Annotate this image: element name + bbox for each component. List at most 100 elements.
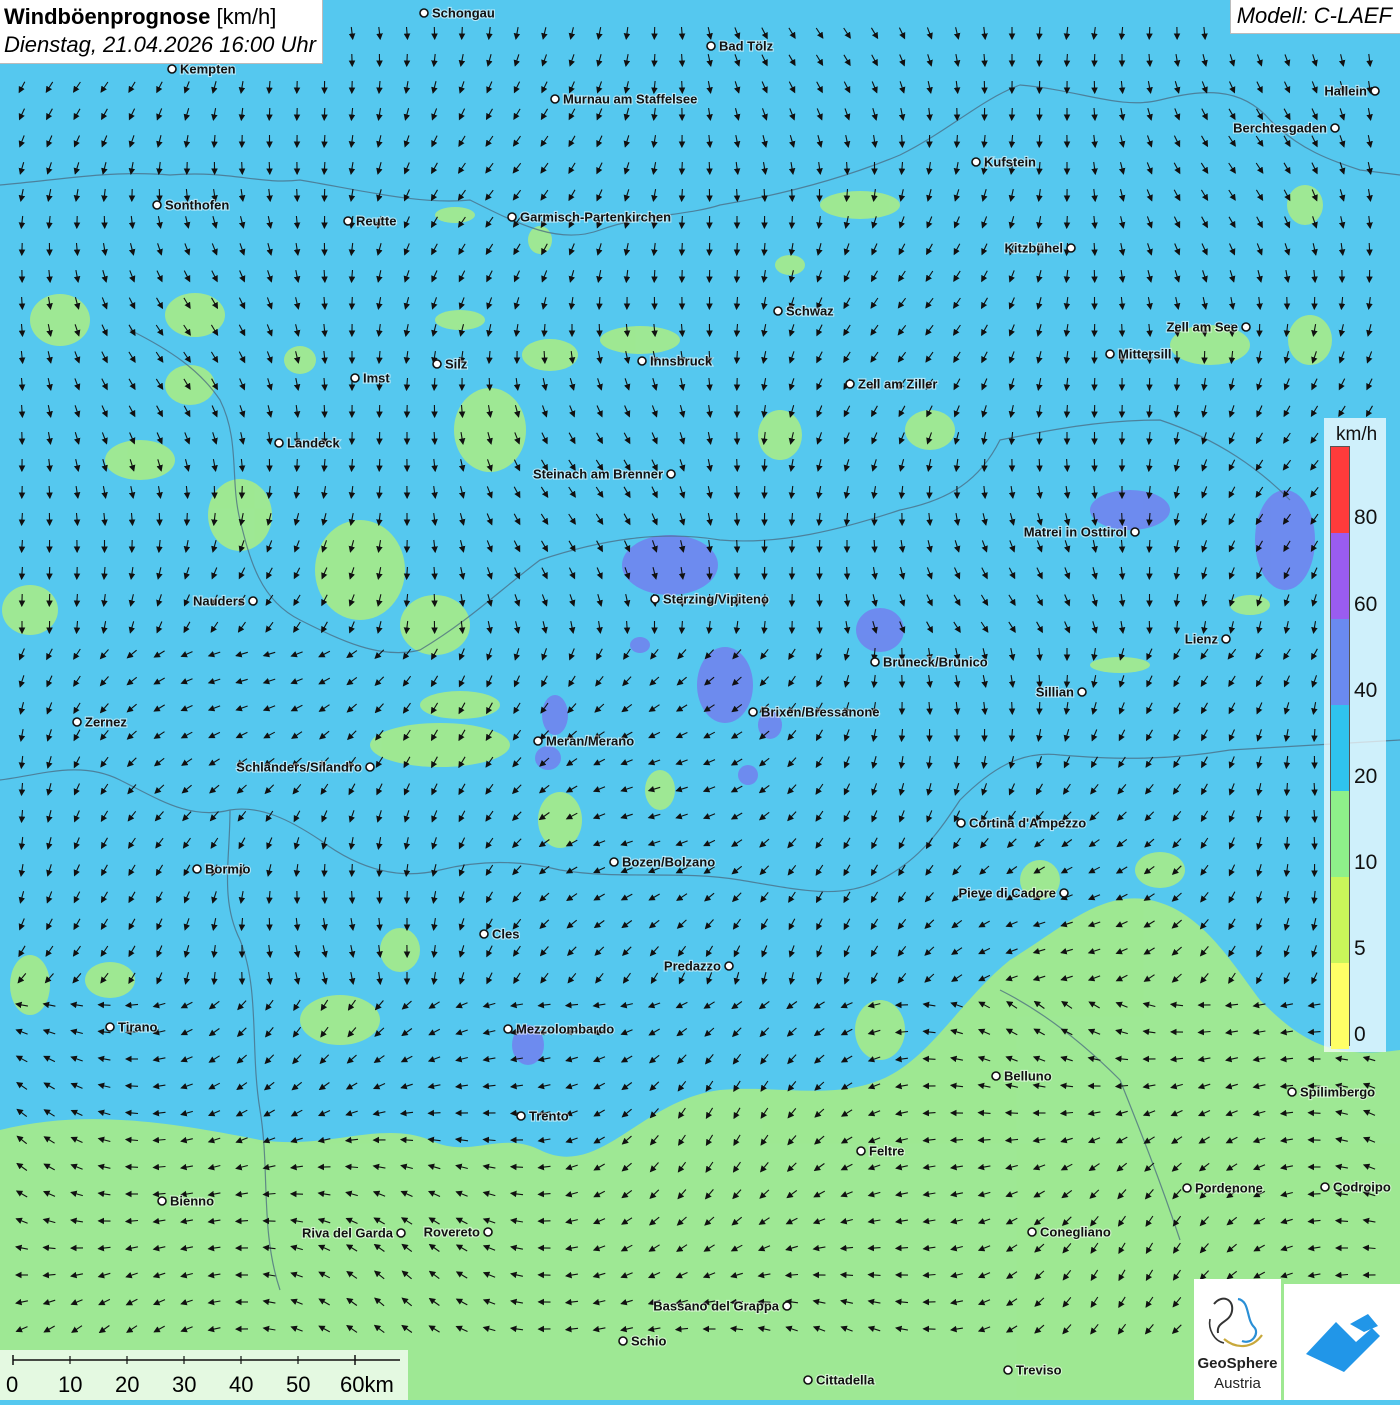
city-label: Bozen/Bolzano	[622, 855, 715, 870]
city-label: Meran/Merano	[546, 734, 634, 749]
city-dot	[1004, 1366, 1012, 1374]
city-dot	[1242, 323, 1250, 331]
wind-arrow	[324, 108, 325, 120]
city-label: Cortina d'Ampezzo	[969, 816, 1086, 831]
geosphere-logo: GeoSphere Austria	[1194, 1279, 1281, 1400]
wind-arrow	[379, 459, 380, 471]
city-label: Kufstein	[984, 155, 1036, 170]
city-marker: Bassano del Grappa	[653, 1299, 791, 1314]
scale-bar-line	[0, 1352, 408, 1372]
wind-arrow	[242, 486, 243, 498]
wind-arrow	[242, 162, 243, 174]
city-marker: Sonthofen	[153, 198, 229, 213]
city-label: Sterzing/Vipiteno	[663, 592, 769, 607]
city-dot	[433, 360, 441, 368]
city-label: Imst	[363, 371, 390, 386]
wind-arrow	[1012, 108, 1013, 120]
city-label: Bruneck/Brunico	[883, 655, 988, 670]
geosphere-logo-mark	[1194, 1279, 1281, 1359]
city-dot	[1067, 244, 1075, 252]
city-dot	[619, 1337, 627, 1345]
wind-arrow	[407, 891, 408, 903]
wind-arrow	[819, 540, 820, 552]
city-label: Silz	[445, 357, 468, 372]
scale-label: 20	[115, 1372, 139, 1398]
city-dot	[992, 1072, 1000, 1080]
city-label: Sonthofen	[165, 198, 229, 213]
city-dot	[1106, 350, 1114, 358]
city-label: Conegliano	[1040, 1225, 1111, 1240]
wind-arrow	[1149, 27, 1150, 39]
city-dot	[158, 1197, 166, 1205]
city-marker: Garmisch-Partenkirchen	[508, 210, 671, 225]
city-label: Innsbruck	[650, 354, 713, 369]
legend-unit: km/h	[1336, 424, 1377, 446]
city-marker: Schlanders/Silandro	[236, 760, 374, 775]
geosphere-name: GeoSphere	[1194, 1355, 1281, 1372]
city-marker: Zell am Ziller	[846, 377, 937, 392]
city-dot	[344, 217, 352, 225]
wind-arrow	[737, 459, 738, 471]
wind-arrow	[984, 459, 985, 471]
city-dot	[351, 374, 359, 382]
city-marker: Pieve di Cadore	[958, 886, 1068, 901]
city-marker: Matrei in Osttirol	[1024, 525, 1139, 540]
city-label: Steinach am Brenner	[533, 467, 663, 482]
model-label: Modell: C-LAEF	[1230, 0, 1400, 34]
wind-arrow	[99, 1005, 111, 1006]
city-dot	[1222, 635, 1230, 643]
legend-tick-label: 80	[1354, 506, 1377, 530]
wind-arrow	[709, 162, 710, 174]
wind-arrow	[297, 189, 298, 201]
city-label: Spilimbergo	[1300, 1085, 1375, 1100]
city-label: Brixen/Bressanone	[761, 705, 880, 720]
city-dot	[610, 858, 618, 866]
city-label: Hallein	[1324, 84, 1367, 99]
map-title: Windböenprognose	[4, 4, 210, 29]
city-label: Bienno	[170, 1194, 214, 1209]
city-label: Mittersill	[1118, 347, 1171, 362]
wind-arrow	[1006, 1113, 1018, 1114]
city-marker: Cortina d'Ampezzo	[957, 816, 1086, 831]
city-dot	[707, 42, 715, 50]
legend-tick-label: 10	[1354, 851, 1377, 875]
city-label: Matrei in Osttirol	[1024, 525, 1127, 540]
city-dot	[366, 763, 374, 771]
wind-arrow	[352, 864, 353, 876]
legend-swatch	[1331, 447, 1349, 533]
wind-arrow	[269, 108, 270, 120]
legend-tick-label: 5	[1354, 937, 1366, 961]
wind-arrow	[1094, 54, 1095, 66]
scale-label: 60km	[340, 1372, 394, 1398]
city-dot	[667, 470, 675, 478]
city-dot	[249, 597, 257, 605]
legend-tick-label: 0	[1354, 1023, 1366, 1047]
color-legend: km/h 806040201050	[1324, 418, 1386, 1052]
city-dot	[804, 1376, 812, 1384]
city-marker: Pordenone	[1183, 1181, 1263, 1196]
city-dot	[857, 1147, 865, 1155]
city-label: Cles	[492, 927, 519, 942]
map-unit: [km/h]	[216, 4, 276, 29]
wind-arrow	[874, 513, 875, 525]
city-label: Garmisch-Partenkirchen	[520, 210, 671, 225]
city-label: Trento	[529, 1109, 569, 1124]
city-dot	[638, 357, 646, 365]
wind-arrow	[429, 1113, 441, 1114]
city-dot	[749, 708, 757, 716]
scale-label: 40	[229, 1372, 253, 1398]
city-dot	[957, 819, 965, 827]
city-marker: Conegliano	[1028, 1225, 1111, 1240]
legend-color-bar	[1330, 446, 1350, 1046]
wind-arrow	[1309, 1194, 1321, 1195]
city-label: Reutte	[356, 214, 396, 229]
title-box: Windböenprognose [km/h] Dienstag, 21.04.…	[0, 0, 323, 64]
wind-arrow	[187, 513, 188, 525]
city-dot	[651, 595, 659, 603]
legend-swatch	[1331, 791, 1349, 877]
city-label: Schio	[631, 1334, 666, 1349]
wind-arrow	[489, 378, 490, 390]
wind-arrow	[599, 324, 600, 336]
city-marker: Spilimbergo	[1288, 1085, 1375, 1100]
city-label: Schlanders/Silandro	[236, 760, 362, 775]
